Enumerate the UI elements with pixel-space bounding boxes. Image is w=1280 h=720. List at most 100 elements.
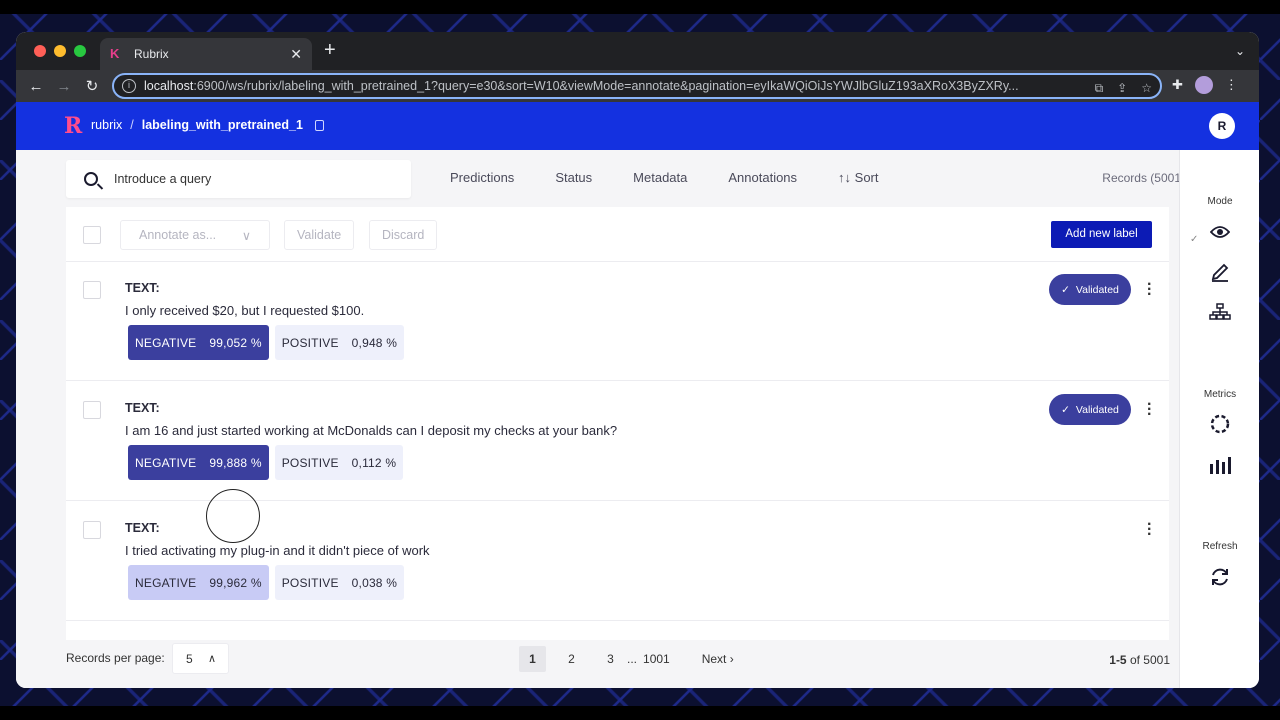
new-tab-icon[interactable]: +: [324, 40, 336, 60]
chevron-right-icon: ›: [729, 652, 734, 666]
record-text: I only received $20, but I requested $10…: [125, 303, 365, 318]
search-icon: [84, 172, 98, 186]
search-bar: [66, 160, 411, 198]
label-positive[interactable]: POSITIVE 0,948 %: [274, 325, 405, 360]
page-1[interactable]: 1: [519, 646, 546, 672]
record-item: TEXT: I am 16 and just started working a…: [66, 382, 1169, 501]
close-tab-icon[interactable]: ✕: [290, 46, 302, 63]
label-score: 99,888 %: [209, 455, 262, 470]
page-total: of 5001: [1129, 653, 1170, 667]
metrics-label: Metrics: [1203, 389, 1237, 400]
letterbox-bottom: [0, 706, 1280, 720]
more-options-icon[interactable]: · · ·: [1147, 277, 1152, 303]
browser-window: K Rubrix ✕ + ⌄ ← → ↻ i localhost:6900/ws…: [16, 32, 1259, 688]
filter-status[interactable]: Status: [555, 170, 592, 185]
validate-button[interactable]: Validate: [284, 220, 355, 250]
record-field-label: TEXT:: [125, 521, 160, 535]
explore-eye-icon[interactable]: [1208, 220, 1232, 244]
translate-icon[interactable]: ⧉: [1095, 81, 1104, 96]
label-name: POSITIVE: [281, 335, 339, 350]
breadcrumb-dataset: labeling_with_pretrained_1: [141, 118, 303, 132]
record-text: I am 16 and just started working at McDo…: [125, 423, 618, 438]
chevron-up-icon: ∧: [207, 653, 216, 665]
copy-icon[interactable]: [314, 119, 324, 131]
maximize-window-button[interactable]: [74, 45, 86, 57]
url-host: localhost: [144, 79, 194, 93]
url-path: :6900/ws/rubrix/labeling_with_pretrained…: [193, 79, 1019, 93]
breadcrumb-separator: /: [130, 118, 134, 132]
pagination-footer: Records per page: 5 ∧ 1 2 3 ... 1001 Nex…: [16, 640, 1179, 688]
label-score: 0,948 %: [351, 335, 398, 350]
browser-menu-icon[interactable]: ⋮: [1225, 77, 1238, 93]
breadcrumb-workspace[interactable]: rubrix: [91, 118, 122, 132]
close-window-button[interactable]: [34, 45, 46, 57]
filters-bar: Predictions Status Metadata Annotations …: [450, 170, 879, 185]
site-info-icon[interactable]: i: [122, 79, 136, 93]
record-field-label: TEXT:: [125, 401, 160, 415]
label-positive[interactable]: POSITIVE 0,038 %: [274, 565, 405, 600]
tab-search-chevron-icon[interactable]: ⌄: [1235, 44, 1245, 58]
rubrix-logo-icon[interactable]: R: [64, 114, 82, 138]
records-per-page-label: Records per page:: [66, 651, 165, 665]
validated-badge[interactable]: ✓ Validated: [1049, 394, 1131, 425]
user-avatar[interactable]: R: [1209, 113, 1235, 139]
record-checkbox[interactable]: [83, 281, 101, 299]
forward-arrow-icon[interactable]: →: [50, 78, 78, 95]
record-checkbox[interactable]: [83, 401, 101, 419]
search-input[interactable]: [114, 172, 374, 186]
label-name: NEGATIVE: [135, 455, 197, 470]
page-last[interactable]: 1001: [643, 652, 670, 666]
check-icon: ✓: [1061, 283, 1070, 296]
filter-annotations[interactable]: Annotations: [728, 170, 797, 185]
label-positive[interactable]: POSITIVE 0,112 %: [274, 445, 404, 480]
right-sidebar: Mode ✓ Metrics Refresh: [1179, 150, 1259, 688]
profile-avatar-icon[interactable]: [1194, 76, 1213, 94]
mode-label: Mode: [1207, 196, 1233, 207]
browser-tab[interactable]: K Rubrix ✕: [100, 38, 312, 70]
page-summary: 1-5 of 5001: [1109, 653, 1170, 667]
refresh-icon[interactable]: [1208, 565, 1232, 589]
record-text: I tried activating my plug-in and it did…: [125, 543, 430, 558]
address-bar[interactable]: i localhost:6900/ws/rubrix/labeling_with…: [112, 73, 1162, 99]
app-header: R rubrix / labeling_with_pretrained_1 R: [16, 102, 1259, 150]
more-options-icon[interactable]: · · ·: [1147, 397, 1152, 423]
reload-icon[interactable]: ↻: [78, 77, 106, 95]
next-page-button[interactable]: Next ›: [702, 652, 734, 666]
label-list: NEGATIVE 99,052 % POSITIVE 0,948 %: [128, 325, 405, 360]
sort-button[interactable]: ↑↓ Sort: [838, 170, 878, 185]
extensions-puzzle-icon[interactable]: ✚: [1172, 77, 1183, 93]
bookmark-star-icon[interactable]: ☆: [1141, 81, 1152, 96]
label-name: POSITIVE: [281, 575, 339, 590]
page-3[interactable]: 3: [597, 646, 624, 672]
validated-badge[interactable]: ✓ Validated: [1049, 274, 1131, 305]
record-checkbox[interactable]: [83, 521, 101, 539]
more-options-icon[interactable]: · · ·: [1147, 517, 1152, 543]
annotate-as-dropdown[interactable]: Annotate as... ∨: [120, 220, 270, 250]
progress-metrics-icon[interactable]: [1208, 412, 1232, 436]
share-icon[interactable]: ⇪: [1117, 81, 1127, 96]
status-label: Validated: [1075, 283, 1119, 296]
label-negative[interactable]: NEGATIVE 99,888 %: [128, 445, 269, 480]
bulk-toolbar: Annotate as... ∨ Validate Discard Add ne…: [66, 207, 1169, 262]
annotate-pencil-icon[interactable]: [1208, 260, 1232, 284]
filter-metadata[interactable]: Metadata: [633, 170, 687, 185]
chevron-down-icon: ∨: [241, 229, 251, 243]
refresh-label: Refresh: [1202, 541, 1238, 552]
records-per-page-select[interactable]: 5 ∧: [172, 643, 229, 674]
main-content: Predictions Status Metadata Annotations …: [16, 150, 1185, 688]
select-all-checkbox[interactable]: [83, 226, 101, 244]
add-new-label-button[interactable]: Add new label: [1051, 221, 1152, 248]
label-score: 0,038 %: [351, 575, 398, 590]
discard-button[interactable]: Discard: [369, 220, 438, 250]
bar-chart-metrics-icon[interactable]: [1208, 453, 1232, 477]
back-arrow-icon[interactable]: ←: [22, 78, 50, 95]
filter-predictions[interactable]: Predictions: [450, 170, 514, 185]
label-negative[interactable]: NEGATIVE 99,052 %: [128, 325, 269, 360]
label-schema-tree-icon[interactable]: [1208, 300, 1232, 324]
label-negative[interactable]: NEGATIVE 99,962 %: [128, 565, 269, 600]
minimize-window-button[interactable]: [54, 45, 66, 57]
page-2[interactable]: 2: [558, 646, 585, 672]
label-score: 99,962 %: [209, 575, 262, 590]
records-panel: Annotate as... ∨ Validate Discard Add ne…: [66, 207, 1169, 682]
next-label: Next: [701, 652, 727, 666]
